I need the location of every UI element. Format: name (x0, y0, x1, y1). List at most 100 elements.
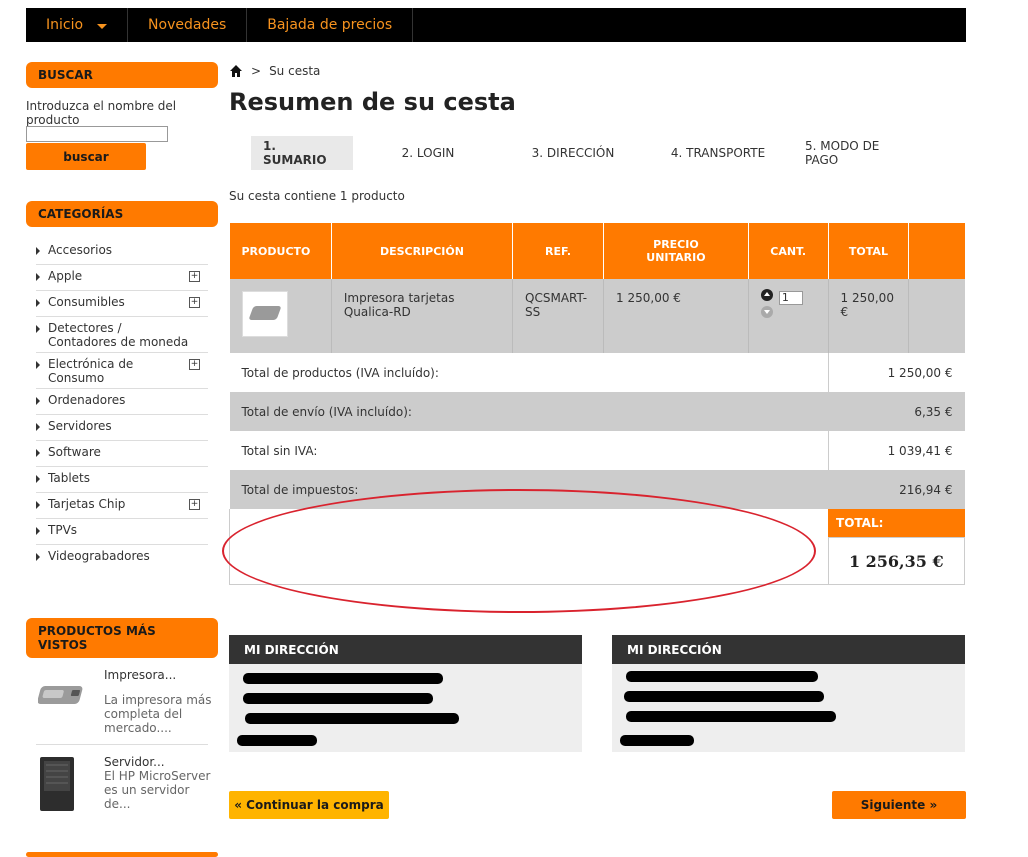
product-ref-cell: QCSMART-SS (512, 279, 605, 353)
caret-right-icon (36, 423, 40, 431)
table-row: Impresora tarjetas Qualica-RD QCSMART-SS… (229, 279, 965, 353)
category-item-software[interactable]: Software (36, 441, 208, 467)
most-viewed-name[interactable]: Impresora... (104, 668, 176, 682)
category-label[interactable]: Tablets (48, 471, 193, 485)
category-item-consumibles[interactable]: Consumibles + (36, 291, 208, 317)
product-total-cell: 1 250,00 € (828, 279, 910, 353)
category-label[interactable]: Detectores / Contadores de moneda (48, 321, 193, 349)
summary-label: Total de impuestos: (229, 470, 829, 509)
caret-right-icon (36, 361, 40, 369)
caret-right-icon (36, 299, 40, 307)
step-modo-de-pago[interactable]: 5. MODO DE PAGO (793, 136, 928, 170)
nav-item-inicio[interactable]: Inicio (26, 8, 129, 42)
redaction-mark (245, 713, 459, 724)
category-label[interactable]: Software (48, 445, 193, 459)
next-button[interactable]: Siguiente » (832, 791, 966, 819)
category-item-servidores[interactable]: Servidores (36, 415, 208, 441)
redaction-mark (243, 693, 433, 704)
category-label[interactable]: Videograbadores (48, 549, 193, 563)
product-description-cell: Impresora tarjetas Qualica-RD (331, 279, 514, 353)
col-header-descripcion: DESCRIPCIÓN (331, 223, 514, 279)
most-viewed-item[interactable]: Servidor... El HP MicroServer es un serv… (36, 755, 210, 817)
expand-plus-icon[interactable]: + (189, 359, 200, 370)
checkout-steps: 1. SUMARIO 2. LOGIN 3. DIRECCIÓN 4. TRAN… (251, 136, 928, 170)
col-header-precio-unitario: PRECIO UNITARIO (603, 223, 749, 279)
step-login[interactable]: 2. LOGIN (353, 136, 503, 170)
summary-row: Total de impuestos: 216,94 € (229, 470, 965, 509)
category-item-videograbadores[interactable]: Videograbadores (36, 545, 208, 571)
most-viewed-block-header: PRODUCTOS MÁS VISTOS (26, 618, 218, 658)
categories-block-header: CATEGORÍAS (26, 201, 218, 227)
nav-item-novedades[interactable]: Novedades (128, 8, 248, 42)
category-label[interactable]: Apple (48, 269, 193, 283)
caret-right-icon (36, 527, 40, 535)
summary-row: Total de productos (IVA incluído): 1 250… (230, 353, 965, 392)
search-input[interactable] (26, 126, 168, 142)
step-transporte[interactable]: 4. TRANSPORTE (643, 136, 793, 170)
category-item-detectores[interactable]: Detectores / Contadores de moneda (36, 317, 208, 353)
search-label: Introduzca el nombre del producto (26, 99, 177, 127)
category-item-ordenadores[interactable]: Ordenadores (36, 389, 208, 415)
category-list: Accesorios Apple + Consumibles + Detectore… (36, 239, 208, 571)
quantity-stepper: 1 (749, 279, 828, 318)
grand-total-head-row: TOTAL: (229, 509, 965, 585)
product-delete-cell (908, 279, 965, 353)
page-title: Resumen de su cesta (229, 88, 516, 116)
col-header-producto: PRODUCTO (229, 223, 332, 279)
search-block-header: BUSCAR (26, 62, 218, 88)
category-label[interactable]: Ordenadores (48, 393, 193, 407)
breadcrumb: > Su cesta (229, 64, 320, 78)
breadcrumb-separator: > (251, 64, 262, 78)
expand-plus-icon[interactable]: + (189, 499, 200, 510)
caret-right-icon (36, 325, 40, 333)
product-total: 1 250,00 € (840, 291, 894, 319)
product-description[interactable]: Impresora tarjetas Qualica-RD (332, 279, 512, 319)
continue-shopping-button[interactable]: « Continuar la compra (229, 791, 389, 819)
category-item-tpvs[interactable]: TPVs (36, 519, 208, 545)
quantity-up-icon[interactable] (760, 289, 773, 301)
cart-table: PRODUCTO DESCRIPCIÓN REF. PRECIO UNITARI… (229, 223, 966, 585)
home-icon[interactable] (229, 64, 243, 78)
summary-value: 216,94 € (827, 470, 965, 509)
printer-icon (247, 306, 282, 320)
category-item-accesorios[interactable]: Accesorios (36, 239, 208, 265)
category-label[interactable]: Servidores (48, 419, 193, 433)
server-thumbnail-icon[interactable] (38, 755, 78, 813)
address-header: MI DIRECCIÓN (229, 635, 582, 664)
category-item-tarjetas-chip[interactable]: Tarjetas Chip + (36, 493, 208, 519)
category-label[interactable]: Consumibles (48, 295, 193, 309)
chevron-down-icon[interactable] (97, 23, 108, 29)
nav-item-label: Bajada de precios (267, 17, 393, 33)
product-quantity-cell: 1 (748, 279, 829, 353)
product-image-cell (229, 279, 332, 353)
redaction-mark (624, 691, 824, 702)
category-label[interactable]: Accesorios (48, 243, 193, 257)
category-label[interactable]: Tarjetas Chip (48, 497, 193, 511)
step-sumario[interactable]: 1. SUMARIO (251, 136, 353, 170)
cart-header-row: PRODUCTO DESCRIPCIÓN REF. PRECIO UNITARI… (229, 223, 965, 279)
step-direccion[interactable]: 3. DIRECCIÓN (503, 136, 643, 170)
most-viewed-name[interactable]: Servidor... (104, 755, 165, 769)
redaction-mark (237, 735, 317, 746)
quantity-down-icon[interactable] (760, 306, 773, 318)
search-button[interactable]: buscar (26, 143, 146, 170)
printer-thumbnail-icon[interactable] (38, 676, 94, 716)
expand-plus-icon[interactable]: + (189, 271, 200, 282)
most-viewed-item[interactable]: Impresora... La impresora más completa d… (36, 668, 212, 745)
category-item-apple[interactable]: Apple + (36, 265, 208, 291)
address-header: MI DIRECCIÓN (612, 635, 965, 664)
caret-right-icon (36, 501, 40, 509)
product-ref: QCSMART-SS (525, 291, 588, 319)
product-unit-price-cell: 1 250,00 € (603, 279, 749, 353)
expand-plus-icon[interactable]: + (189, 297, 200, 308)
category-item-tablets[interactable]: Tablets (36, 467, 208, 493)
most-viewed-desc: El HP MicroServer es un servidor de... (104, 769, 211, 811)
quantity-input[interactable]: 1 (778, 291, 803, 305)
category-item-electronica[interactable]: Electrónica de Consumo + (36, 353, 208, 389)
product-unit-price: 1 250,00 € (616, 291, 681, 305)
nav-item-bajada-de-precios[interactable]: Bajada de precios (247, 8, 414, 42)
category-label[interactable]: Electrónica de Consumo (48, 357, 158, 385)
category-label[interactable]: TPVs (48, 523, 193, 537)
product-thumbnail[interactable] (241, 291, 288, 337)
summary-row: Total sin IVA: 1 039,41 € (230, 431, 965, 470)
